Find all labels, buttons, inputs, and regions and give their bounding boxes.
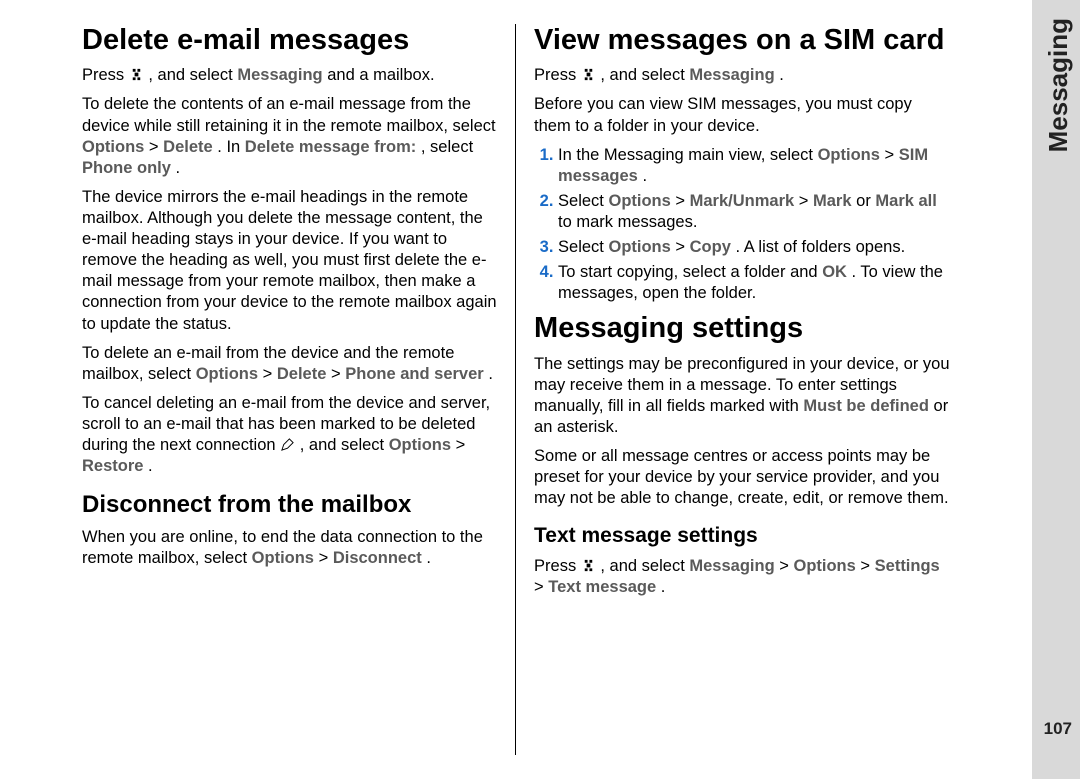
- content-columns: Delete e-mail messages Press , and selec…: [0, 0, 950, 779]
- text: >: [799, 192, 813, 210]
- text: .: [176, 159, 181, 177]
- list-item: Select Options > Copy . A list of folder…: [558, 237, 950, 258]
- text: Select: [558, 238, 608, 256]
- text: To start copying, select a folder and: [558, 263, 822, 281]
- text-bold: Options: [793, 557, 855, 575]
- menu-key-icon: [129, 67, 144, 82]
- text-bold: Options: [818, 146, 880, 164]
- heading-text-message-settings: Text message settings: [534, 524, 950, 548]
- text-bold: Settings: [875, 557, 940, 575]
- text: to mark messages.: [558, 213, 697, 231]
- text: .: [426, 549, 431, 567]
- text-bold: Messaging: [689, 557, 774, 575]
- text-bold: Options: [608, 238, 670, 256]
- pencil-icon: [280, 437, 295, 452]
- para: To cancel deleting an e-mail from the de…: [82, 393, 497, 477]
- page-number: 107: [1044, 719, 1072, 739]
- manual-page: Messaging 107 Delete e-mail messages Pre…: [0, 0, 1080, 779]
- text-bold: Options: [608, 192, 670, 210]
- text: >: [263, 365, 277, 383]
- text: >: [331, 365, 345, 383]
- text-bold: Delete: [163, 138, 213, 156]
- text-bold: Restore: [82, 457, 143, 475]
- text-bold: Delete message from:: [245, 138, 417, 156]
- text: >: [149, 138, 163, 156]
- text-bold: Text message: [548, 578, 656, 596]
- text-bold: Options: [196, 365, 258, 383]
- para: Press , and select Messaging and a mailb…: [82, 65, 497, 86]
- text: .: [148, 457, 153, 475]
- left-column: Delete e-mail messages Press , and selec…: [82, 24, 516, 755]
- text-bold: Options: [252, 549, 314, 567]
- heading-messaging-settings: Messaging settings: [534, 312, 950, 345]
- text: . A list of folders opens.: [735, 238, 905, 256]
- list-item: To start copying, select a folder and OK…: [558, 262, 950, 304]
- para: The device mirrors the e-mail headings i…: [82, 187, 497, 335]
- para: Press , and select Messaging > Options >…: [534, 556, 950, 598]
- text-bold: Must be defined: [803, 397, 929, 415]
- heading-view-sim: View messages on a SIM card: [534, 24, 950, 57]
- text: .: [661, 578, 666, 596]
- list-item: Select Options > Mark/Unmark > Mark or M…: [558, 191, 950, 233]
- text: , and select: [600, 557, 689, 575]
- text: .: [488, 365, 493, 383]
- right-column: View messages on a SIM card Press , and …: [516, 24, 950, 755]
- heading-delete-email: Delete e-mail messages: [82, 24, 497, 57]
- text: . In: [217, 138, 245, 156]
- text-bold: Options: [82, 138, 144, 156]
- text: .: [779, 66, 784, 84]
- list-item: In the Messaging main view, select Optio…: [558, 145, 950, 187]
- para: When you are online, to end the data con…: [82, 527, 497, 569]
- text: >: [534, 578, 548, 596]
- text: , and select: [600, 66, 689, 84]
- text: .: [642, 167, 647, 185]
- heading-disconnect: Disconnect from the mailbox: [82, 491, 497, 519]
- text-bold: OK: [822, 263, 847, 281]
- text-bold: Phone and server: [345, 365, 483, 383]
- text-bold: Messaging: [237, 66, 322, 84]
- menu-key-icon: [581, 558, 596, 573]
- numbered-steps: In the Messaging main view, select Optio…: [534, 145, 950, 305]
- para: To delete an e-mail from the device and …: [82, 343, 497, 385]
- side-tab: Messaging 107: [1032, 0, 1080, 779]
- para: Press , and select Messaging .: [534, 65, 950, 86]
- text: >: [860, 557, 874, 575]
- text: Press: [534, 557, 581, 575]
- menu-key-icon: [581, 67, 596, 82]
- text: In the Messaging main view, select: [558, 146, 818, 164]
- text: >: [675, 238, 689, 256]
- text: or: [856, 192, 875, 210]
- text: >: [885, 146, 899, 164]
- text-bold: Mark/Unmark: [690, 192, 795, 210]
- text-bold: Mark all: [875, 192, 936, 210]
- text-bold: Mark: [813, 192, 852, 210]
- text: , select: [421, 138, 473, 156]
- para: To delete the contents of an e-mail mess…: [82, 94, 497, 178]
- text-bold: Options: [389, 436, 451, 454]
- text: , and select: [300, 436, 389, 454]
- para: Before you can view SIM messages, you mu…: [534, 94, 950, 136]
- text: Press: [534, 66, 581, 84]
- section-label: Messaging: [1043, 18, 1074, 152]
- text: >: [456, 436, 466, 454]
- text: >: [675, 192, 689, 210]
- text: Select: [558, 192, 608, 210]
- text: >: [319, 549, 333, 567]
- text-bold: Messaging: [689, 66, 774, 84]
- text: and a mailbox.: [327, 66, 434, 84]
- para: Some or all message centres or access po…: [534, 446, 950, 509]
- text-bold: Copy: [690, 238, 731, 256]
- text: >: [779, 557, 793, 575]
- text: To delete the contents of an e-mail mess…: [82, 95, 496, 134]
- text: Press: [82, 66, 129, 84]
- para: The settings may be preconfigured in you…: [534, 354, 950, 438]
- text: , and select: [148, 66, 237, 84]
- text-bold: Phone only: [82, 159, 171, 177]
- text-bold: Disconnect: [333, 549, 422, 567]
- text-bold: Delete: [277, 365, 327, 383]
